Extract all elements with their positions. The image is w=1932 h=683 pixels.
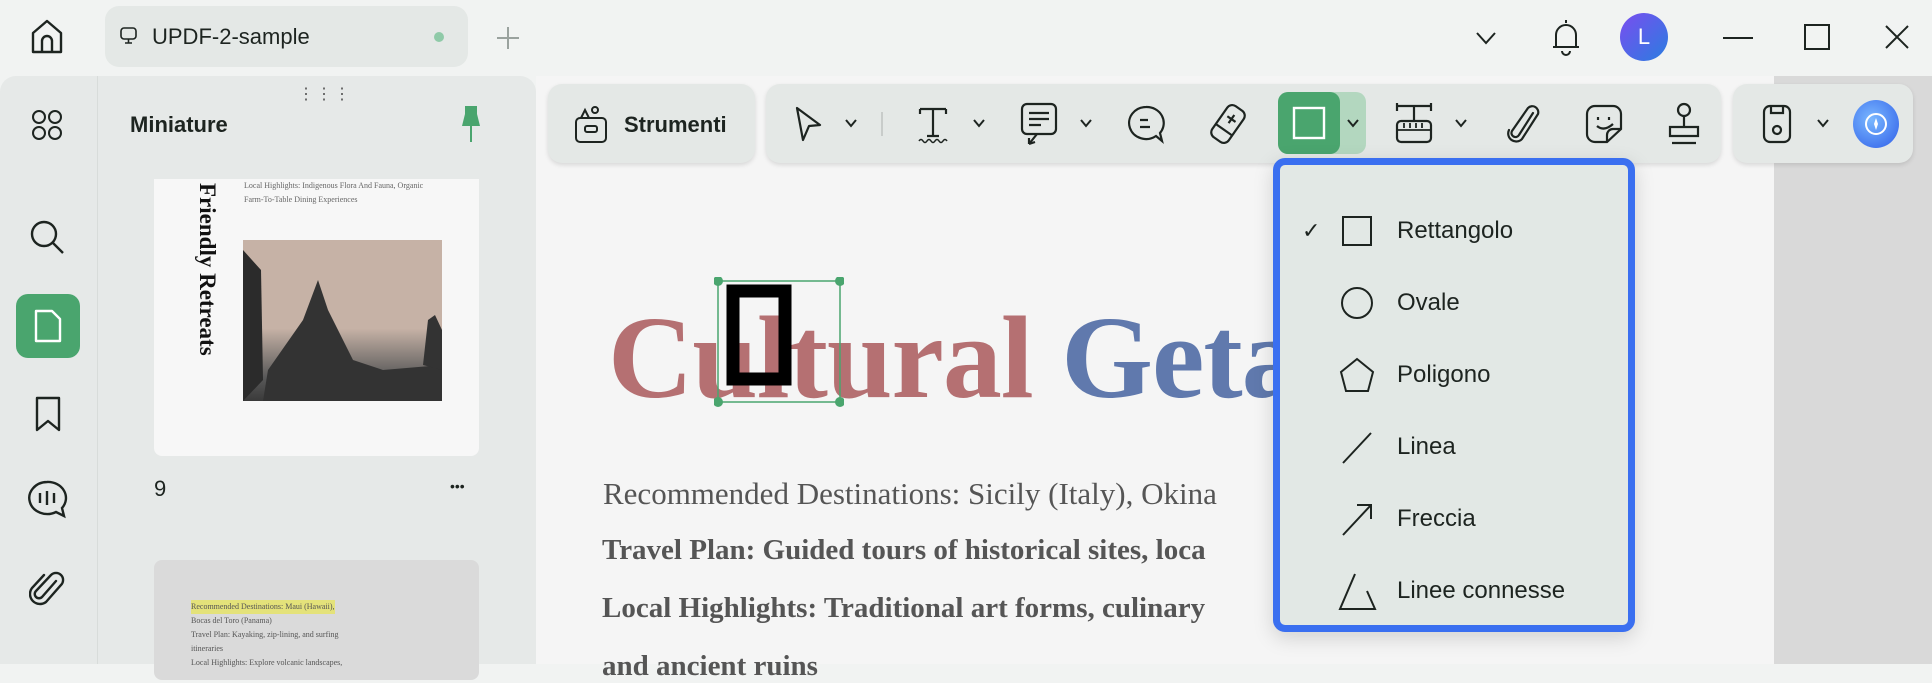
attachment-icon[interactable] (28, 568, 66, 610)
menu-item-label: Ovale (1397, 289, 1460, 316)
rectangle-tool-button[interactable] (1278, 92, 1340, 154)
oval-icon (1341, 287, 1373, 319)
home-icon[interactable] (27, 17, 67, 57)
toolbar-divider (881, 112, 883, 136)
arrow-icon (1342, 504, 1372, 536)
polygon-icon (1339, 357, 1375, 392)
monitor-icon (119, 26, 139, 46)
menu-item-ovale[interactable]: Ovale (1280, 267, 1628, 339)
thumb-text: Local Highlights: Indigenous Flora And F… (244, 181, 424, 190)
thumb-vertical-title: Friendly Retreats (195, 183, 220, 356)
tools-label: Strumenti (624, 112, 727, 137)
comment-icon[interactable] (1125, 103, 1167, 145)
doc-line: Travel Plan: Guided tours of historical … (602, 534, 1206, 566)
connected-lines-icon (1338, 573, 1377, 610)
thumb-text: itineraries (191, 644, 223, 653)
page-more-button[interactable]: ••• (450, 478, 465, 494)
thumb-text: Travel Plan: Kayaking, zip-lining, and s… (191, 630, 339, 639)
thumbnails-icon[interactable] (16, 294, 80, 358)
ai-assistant-icon[interactable] (1853, 100, 1899, 148)
paperclip-icon[interactable] (1506, 102, 1544, 146)
menu-item-label: Rettangolo (1397, 217, 1514, 244)
text-tool-icon[interactable] (914, 104, 952, 144)
minimize-icon[interactable] (1722, 26, 1754, 50)
menu-item-linea[interactable]: Linea (1280, 411, 1628, 483)
save-icon[interactable] (1760, 102, 1794, 146)
menu-item-rettangolo[interactable]: ✓ Rettangolo (1280, 195, 1628, 267)
tab-title: UPDF-2-sample (152, 24, 310, 49)
new-tab-icon[interactable] (494, 24, 522, 52)
thumb-text: Farm-To-Table Dining Experiences (244, 195, 358, 204)
toolbox-icon (572, 104, 610, 144)
title-part2: Geta (1061, 292, 1300, 423)
page-thumbnail-10[interactable]: Recommended Destinations: Maui (Hawaii),… (154, 560, 479, 680)
doc-line: Local Highlights: Traditional art forms,… (602, 592, 1206, 624)
close-icon[interactable] (1882, 22, 1912, 52)
page-thumbnail-9[interactable]: Friendly Retreats Local Highlights: Indi… (154, 179, 479, 456)
measure-icon[interactable] (1393, 102, 1435, 146)
chevron-down-icon[interactable] (1344, 116, 1362, 130)
shape-menu: ✓ Rettangolo Ovale Poligono Linea Frecci… (1273, 158, 1635, 632)
doc-line: Recommended Destinations: Sicily (Italy)… (603, 476, 1217, 511)
menu-item-poligono[interactable]: Poligono (1280, 339, 1628, 411)
chevron-down-icon[interactable] (970, 116, 988, 130)
avatar[interactable]: L (1620, 13, 1668, 61)
apps-grid-icon[interactable] (29, 107, 65, 143)
thumb-photo (243, 240, 442, 401)
chevron-down-icon[interactable] (842, 116, 860, 130)
bookmark-icon[interactable] (30, 394, 66, 434)
canvas-margin (1774, 76, 1932, 664)
menu-item-freccia[interactable]: Freccia (1280, 483, 1628, 555)
thumb-text: Local Highlights: Explore volcanic lands… (191, 658, 343, 667)
maximize-icon[interactable] (1802, 22, 1832, 52)
comments-icon[interactable] (25, 478, 69, 520)
select-pointer-icon[interactable] (790, 104, 826, 144)
menu-item-label: Linea (1397, 433, 1456, 460)
chevron-down-icon[interactable] (1472, 26, 1500, 50)
note-icon[interactable] (1018, 100, 1060, 148)
menu-item-label: Linee connesse (1397, 577, 1566, 604)
menu-item-label: Poligono (1397, 361, 1491, 388)
thumb-text-block: Recommended Destinations: Maui (Hawaii),… (191, 600, 342, 670)
chevron-down-icon[interactable] (1814, 116, 1832, 130)
menu-item-label: Freccia (1397, 505, 1476, 532)
sticker-icon[interactable] (1584, 102, 1624, 146)
menu-item-linee-connesse[interactable]: Linee connesse (1280, 555, 1628, 627)
doc-line: and ancient ruins (602, 650, 818, 682)
pin-icon[interactable] (458, 104, 484, 144)
document-title: Cultural Geta (608, 290, 1301, 426)
chevron-down-icon[interactable] (1077, 116, 1095, 130)
stamp-icon[interactable] (1665, 100, 1703, 148)
tools-button[interactable]: Strumenti (548, 84, 755, 163)
checkmark-icon: ✓ (1302, 218, 1321, 243)
page-number: 9 (154, 476, 167, 501)
panel-title: Miniature (130, 112, 228, 137)
line-icon (1342, 432, 1372, 464)
thumb-text: Bocas del Toro (Panama) (191, 616, 272, 625)
thumb-highlight: Recommended Destinations: Maui (Hawaii), (191, 600, 335, 614)
unsaved-indicator (434, 32, 444, 42)
panel-drag-handle[interactable]: ⋮⋮⋮ (298, 84, 352, 104)
eraser-icon[interactable] (1207, 102, 1249, 146)
bell-icon[interactable] (1549, 16, 1583, 58)
chevron-down-icon[interactable] (1452, 116, 1470, 130)
rectangle-icon (1342, 216, 1372, 246)
rectangle-annotation-selection[interactable] (714, 277, 844, 407)
search-icon[interactable] (27, 217, 67, 257)
